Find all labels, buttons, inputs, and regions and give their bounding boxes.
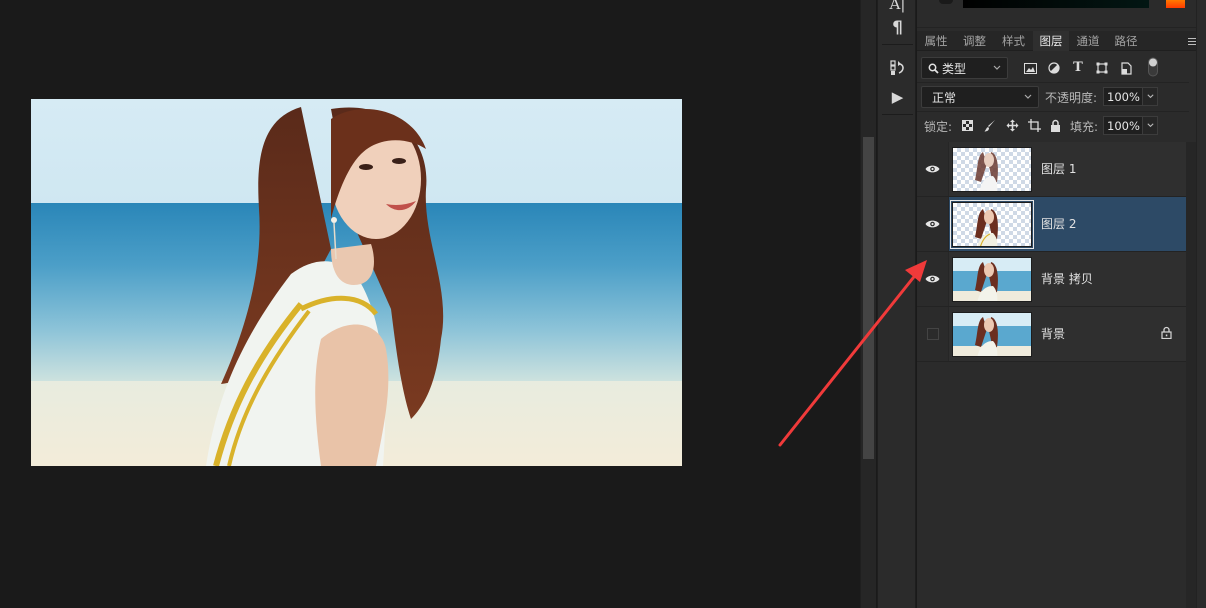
- layers-panel: 属性 调整 样式 图层 通道 路径 类型 T 正常 不透明度: 100% 锁定:…: [917, 0, 1206, 608]
- layer-name[interactable]: 背景: [1041, 307, 1065, 361]
- layer-thumbnail: [952, 257, 1032, 302]
- fill-input[interactable]: 100%: [1103, 116, 1143, 135]
- color-panel-remnant: [917, 0, 1206, 28]
- type-filter-icon[interactable]: T: [1071, 60, 1085, 75]
- layer-name[interactable]: 背景 拷贝: [1041, 252, 1093, 306]
- chevron-down-icon: [993, 65, 1001, 70]
- lock-image-pixels-icon[interactable]: [983, 118, 996, 132]
- play-icon: ▶: [891, 88, 904, 106]
- opacity-dropdown-button[interactable]: [1142, 87, 1158, 106]
- foreground-color-swatch[interactable]: [1166, 0, 1185, 8]
- layer-list-scrollbar[interactable]: [1186, 142, 1196, 608]
- canvas-vertical-scrollbar[interactable]: [860, 0, 876, 608]
- tab-layers[interactable]: 图层: [1033, 31, 1069, 51]
- panel-tabs: 属性 调整 样式 图层 通道 路径: [917, 31, 1206, 51]
- visibility-off-box-icon: [926, 328, 939, 340]
- panel-edge: [1196, 0, 1206, 608]
- fill-label: 填充:: [1070, 120, 1099, 134]
- document-canvas[interactable]: [31, 99, 682, 466]
- layer-row-background[interactable]: 背景: [917, 307, 1186, 362]
- history-icon: [889, 60, 904, 75]
- blend-mode-value: 正常: [932, 90, 957, 105]
- eye-icon: [925, 220, 940, 228]
- smart-object-filter-icon[interactable]: [1119, 61, 1133, 75]
- layer-2-thumbnail-image: [975, 209, 998, 246]
- chevron-down-icon: [1147, 123, 1154, 128]
- history-panel-button[interactable]: [878, 54, 917, 82]
- background-thumbnail-image: [953, 313, 1031, 356]
- blend-mode-select[interactable]: 正常: [921, 86, 1039, 108]
- paragraph-icon: ¶: [892, 18, 903, 38]
- layer-visibility-toggle[interactable]: [917, 307, 949, 361]
- actions-panel-button[interactable]: ▶: [878, 83, 917, 111]
- lock-label: 锁定:: [924, 120, 953, 134]
- tab-channels[interactable]: 通道: [1069, 31, 1107, 51]
- lock-position-icon[interactable]: [1005, 118, 1019, 132]
- opacity-label: 不透明度:: [1045, 91, 1098, 105]
- image-filter-icon[interactable]: [1023, 61, 1037, 75]
- lock-transparent-pixels-icon[interactable]: [961, 119, 973, 131]
- layer-thumbnail: [952, 147, 1032, 192]
- eye-icon: [925, 275, 940, 283]
- layer-thumbnail: [950, 200, 1034, 249]
- fill-dropdown-button[interactable]: [1142, 116, 1158, 135]
- layer-name[interactable]: 图层 2: [1041, 197, 1076, 251]
- tab-styles[interactable]: 样式: [994, 31, 1033, 51]
- eye-icon: [925, 165, 940, 173]
- character-icon: A|: [889, 0, 906, 13]
- layer-list: 图层 1 图层 2 背景 拷贝 背景: [917, 142, 1186, 362]
- background-copy-thumbnail-image: [953, 258, 1031, 301]
- beach-portrait-image: [31, 99, 682, 466]
- chevron-down-icon: [1147, 94, 1154, 99]
- chevron-down-icon: [1024, 94, 1032, 99]
- collapsed-panel-strip: A| ¶ ▶: [877, 0, 916, 608]
- layer-row-background-copy[interactable]: 背景 拷贝: [917, 252, 1186, 307]
- adjustment-filter-icon[interactable]: [1047, 61, 1061, 75]
- search-icon: [928, 63, 939, 74]
- layer-row-layer-2[interactable]: 图层 2: [917, 197, 1186, 252]
- layer-name[interactable]: 图层 1: [1041, 142, 1076, 196]
- layer-filter-kind-select[interactable]: 类型: [921, 57, 1008, 79]
- paragraph-panel-button[interactable]: ¶: [878, 14, 917, 42]
- tab-paths[interactable]: 路径: [1107, 31, 1145, 51]
- color-gradient-field[interactable]: [963, 0, 1149, 8]
- layer-lock-icon[interactable]: [1161, 326, 1172, 342]
- filter-kind-label: 类型: [942, 61, 967, 76]
- layer-visibility-toggle[interactable]: [917, 197, 949, 251]
- lock-all-icon[interactable]: [1049, 118, 1061, 132]
- color-picker-knob[interactable]: [939, 0, 953, 4]
- layer-visibility-toggle[interactable]: [917, 252, 949, 306]
- layer-thumbnail: [952, 312, 1032, 357]
- layer-row-layer-1[interactable]: 图层 1: [917, 142, 1186, 197]
- scrollbar-thumb[interactable]: [863, 137, 874, 459]
- layer-1-thumbnail-image: [975, 152, 998, 191]
- layer-visibility-toggle[interactable]: [917, 142, 949, 196]
- lock-artboard-icon[interactable]: [1027, 118, 1041, 132]
- shape-filter-icon[interactable]: [1095, 61, 1109, 75]
- opacity-input[interactable]: 100%: [1103, 87, 1143, 106]
- tab-adjustments[interactable]: 调整: [955, 31, 994, 51]
- canvas-workspace[interactable]: [0, 0, 860, 608]
- tab-properties[interactable]: 属性: [917, 31, 955, 51]
- filter-toggle-icon[interactable]: [1147, 57, 1159, 77]
